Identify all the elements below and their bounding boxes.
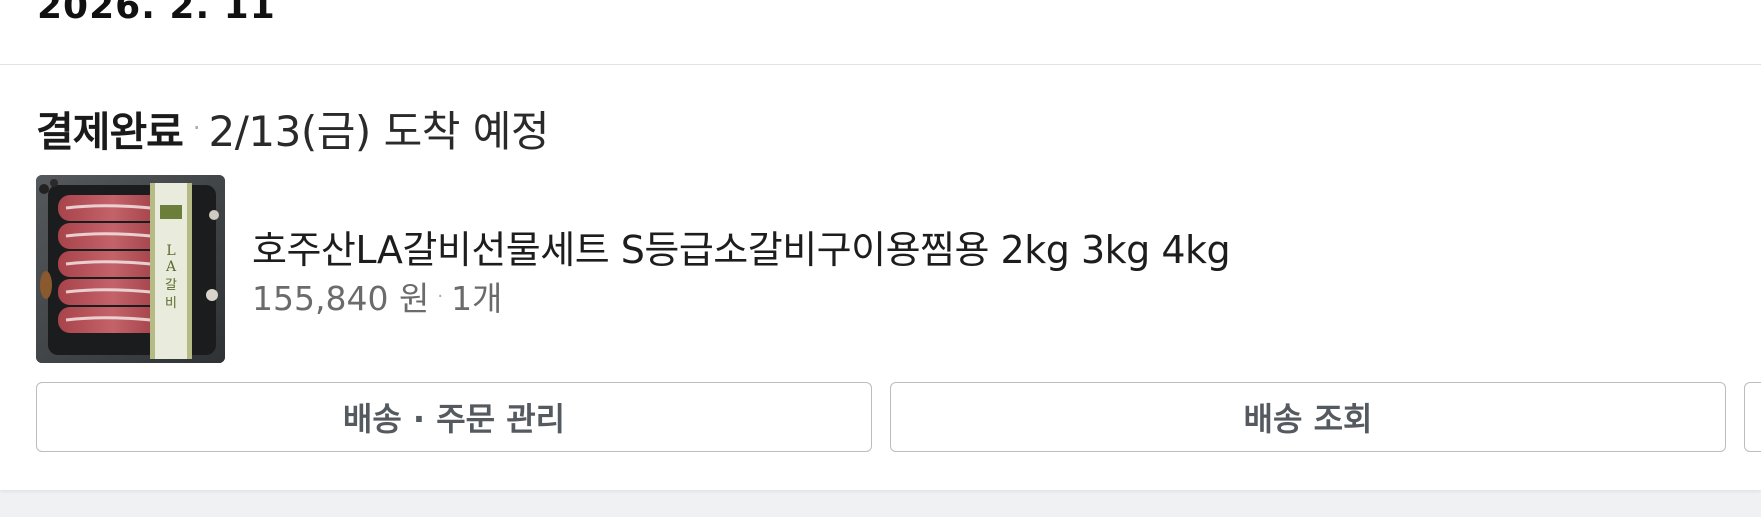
svg-text:갈: 갈 xyxy=(165,278,177,293)
price-separator: · xyxy=(437,285,444,307)
price-quantity-line: 155,840 원 · 1개 xyxy=(252,272,502,320)
more-action-button[interactable] xyxy=(1744,382,1761,452)
product-quantity: 1개 xyxy=(451,279,503,318)
order-status: 결제완료 xyxy=(36,108,184,156)
svg-text:L: L xyxy=(166,243,175,259)
order-date: 2026. 2. 11 xyxy=(37,0,276,27)
divider xyxy=(0,64,1761,65)
order-status-line: 결제완료 · 2/13(금) 도착 예정 xyxy=(36,100,550,157)
svg-text:비: 비 xyxy=(165,296,177,311)
product-name[interactable]: 호주산LA갈비선물세트 S등급소갈비구이용찜용 2kg 3kg 4kg xyxy=(252,219,1231,274)
order-manage-button[interactable]: 배송 · 주문 관리 xyxy=(36,382,872,452)
product-thumbnail[interactable]: L A 갈 비 xyxy=(36,175,225,363)
product-price: 155,840 원 xyxy=(252,279,430,318)
order-card: 2026. 2. 11 결제완료 · 2/13(금) 도착 예정 L A 갈 비… xyxy=(0,0,1761,490)
arrival-estimate: 2/13(금) 도착 예정 xyxy=(208,106,550,156)
product-image: L A 갈 비 xyxy=(36,175,225,363)
status-separator: · xyxy=(192,114,201,142)
svg-text:A: A xyxy=(165,259,177,275)
track-delivery-button[interactable]: 배송 조회 xyxy=(890,382,1726,452)
